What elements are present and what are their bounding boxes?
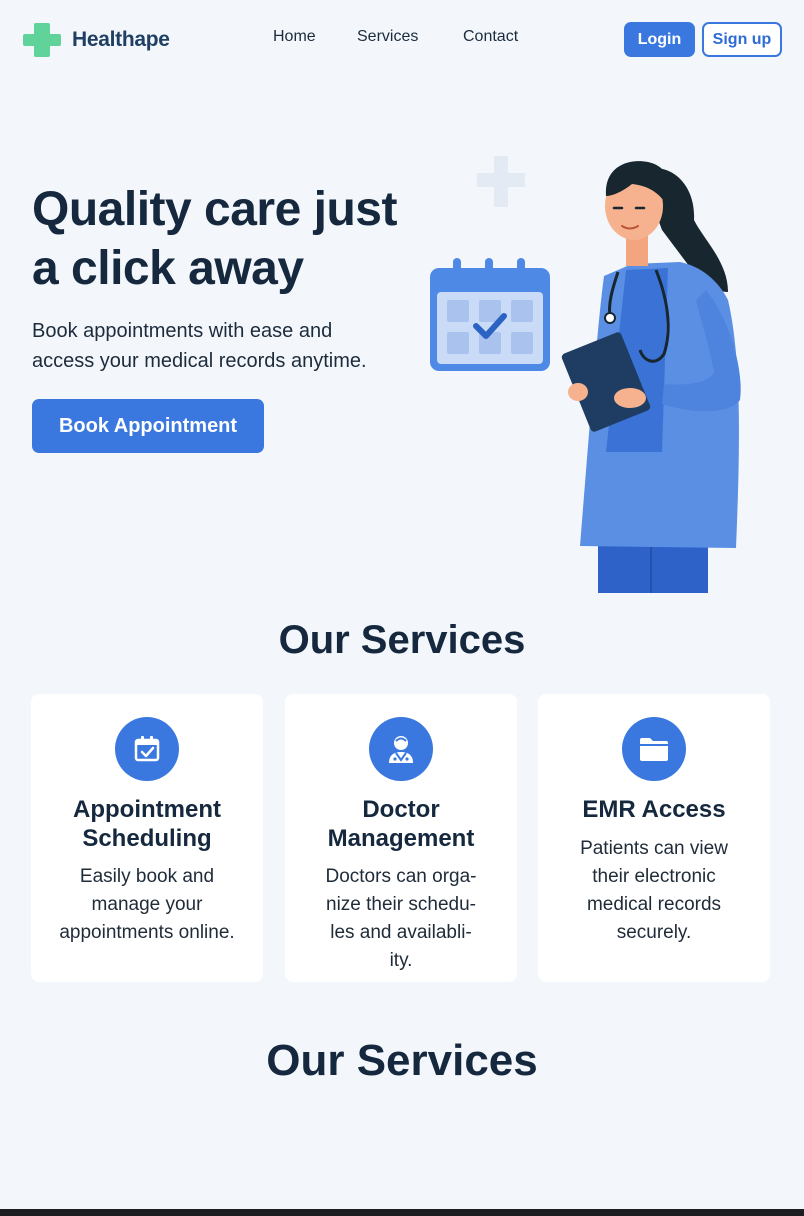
card-desc-line: les and availabli-	[330, 922, 472, 943]
services-title: Our Services	[278, 618, 526, 662]
nav-services-link[interactable]: Services	[357, 28, 418, 46]
background-cross-icon	[477, 156, 525, 207]
book-appointment-button[interactable]: Book Appointment	[32, 399, 264, 453]
service-card-emr[interactable]: EMR Access Patients can view their elect…	[538, 694, 770, 982]
hero-subtitle: Book appointments with ease and access y…	[32, 316, 422, 376]
card-desc-line: appointments online.	[59, 922, 235, 943]
folder-icon	[622, 717, 686, 781]
hero-subtitle-line-1: Book appointments with ease and	[32, 320, 333, 342]
card-desc-line: securely.	[616, 922, 692, 943]
service-card-title: EMR Access	[548, 795, 760, 824]
nav-home-link[interactable]: Home	[273, 28, 316, 46]
card-title-line-1: Appointment	[73, 796, 221, 823]
service-card-title: Appointment Scheduling	[41, 795, 253, 853]
login-button[interactable]: Login	[624, 22, 695, 57]
service-card-doctor[interactable]: Doctor Management Doctors can orga- nize…	[285, 694, 517, 982]
doctor-icon	[369, 717, 433, 781]
service-card-description: Easily book and manage your appointments…	[53, 863, 241, 947]
service-card-description: Doctors can orga- nize their schedu- les…	[307, 863, 495, 975]
card-title-line-1: Doctor	[362, 796, 440, 823]
card-desc-line: ity.	[389, 950, 413, 971]
card-desc-line: nize their schedu-	[326, 894, 476, 915]
card-title-line-2: Management	[327, 825, 475, 852]
service-card-appointment[interactable]: Appointment Scheduling Easily book and m…	[31, 694, 263, 982]
hero-title-line-2: a click away	[32, 242, 304, 295]
doctor-illustration	[430, 156, 741, 593]
bottom-edge-bar	[0, 1209, 804, 1216]
calendar-check-icon	[115, 717, 179, 781]
card-title-line-2: Scheduling	[82, 825, 212, 852]
doctor-figure	[561, 161, 741, 593]
card-desc-line: medical records	[586, 894, 722, 915]
hero-title: Quality care just a click away	[32, 180, 432, 298]
service-card-title: Doctor Management	[295, 795, 507, 853]
hero-subtitle-line-2: access your medical records anytime.	[32, 350, 367, 372]
services-title-repeat: Our Services	[266, 1036, 538, 1085]
site-header: Healthape Home Services Contact Login Si…	[0, 0, 804, 78]
card-desc-line: Patients can view	[580, 838, 728, 859]
service-card-description: Patients can view their electronic medic…	[560, 835, 748, 947]
hero-title-line-1: Quality care just	[32, 183, 397, 236]
card-desc-line: Doctors can orga-	[325, 866, 477, 887]
card-title-line-1: EMR Access	[582, 796, 726, 823]
card-desc-line: Easily book and	[79, 866, 215, 887]
nav-contact-link[interactable]: Contact	[463, 28, 518, 46]
calendar-check-illustration	[430, 258, 550, 371]
card-desc-line: manage your	[91, 894, 203, 915]
card-desc-line: their electronic	[592, 866, 716, 887]
signup-button[interactable]: Sign up	[702, 22, 782, 57]
